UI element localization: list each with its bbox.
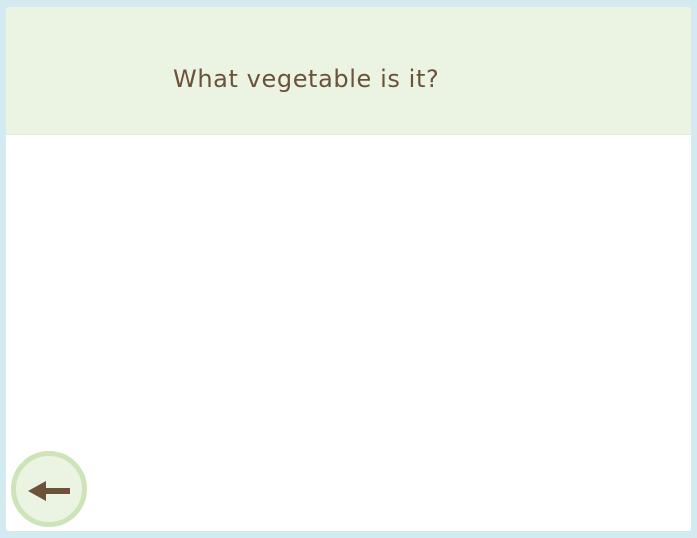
question-text: What vegetable is it? <box>173 65 440 93</box>
question-header: What vegetable is it? <box>6 7 691 135</box>
answer-area <box>6 135 691 531</box>
activity-frame: What vegetable is it? <box>6 7 691 531</box>
arrow-left-icon <box>28 481 70 501</box>
back-button[interactable] <box>11 451 87 527</box>
